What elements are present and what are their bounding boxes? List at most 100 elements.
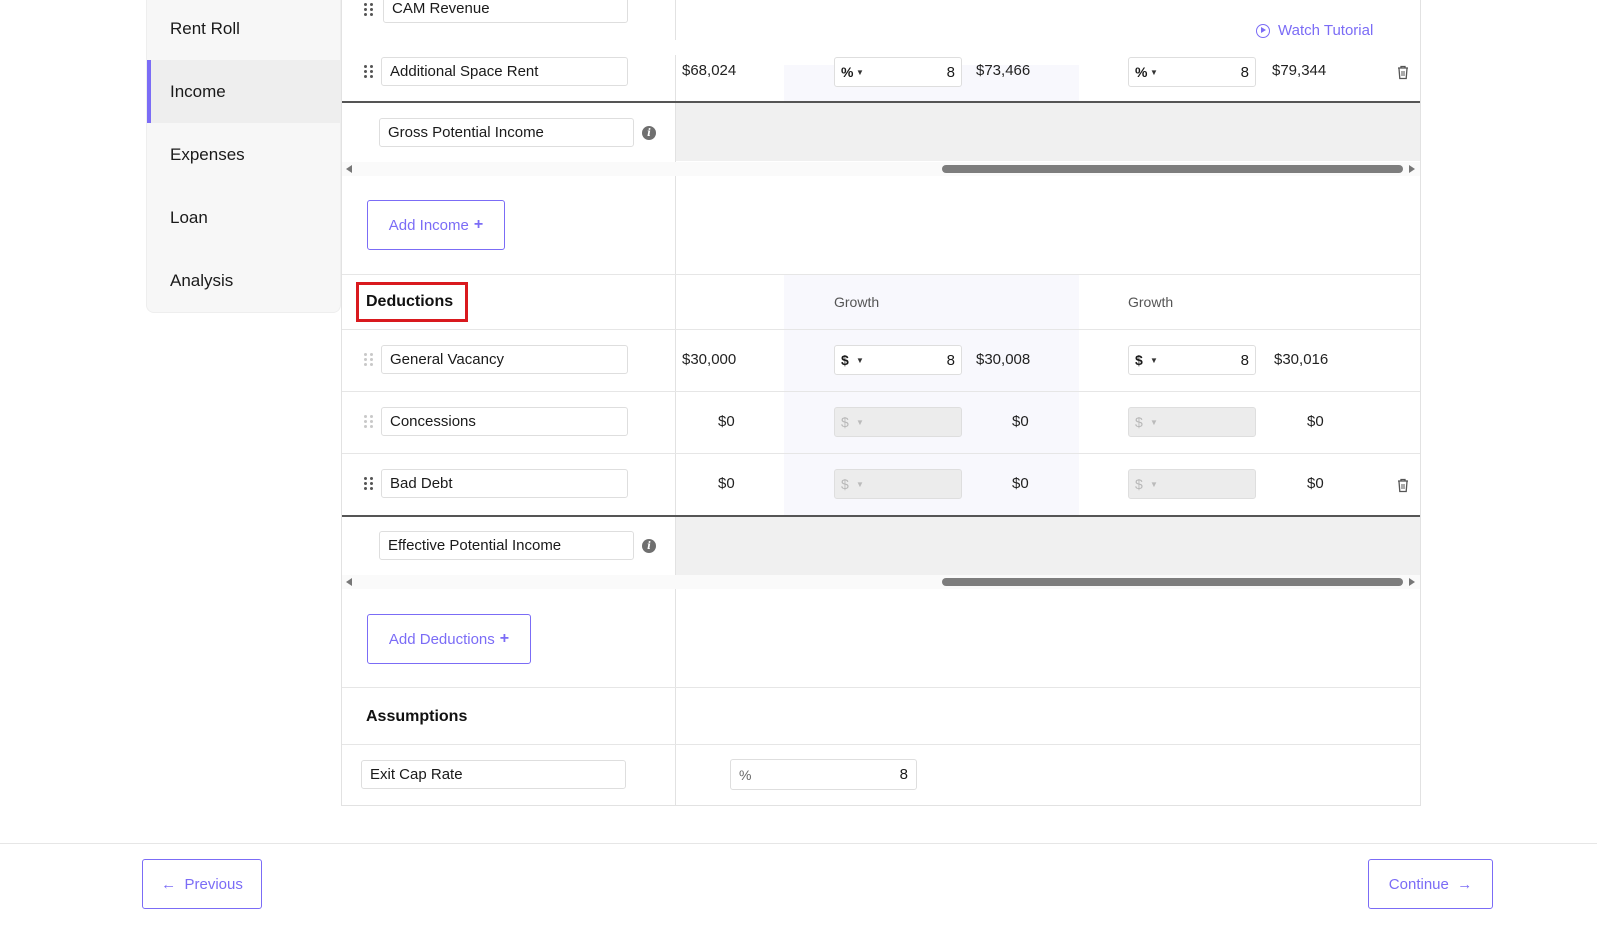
- footer-divider: [0, 843, 1597, 844]
- deduction-name-text: Concessions: [390, 413, 476, 430]
- section-divider: [342, 687, 1420, 688]
- totals-area: [676, 103, 1420, 161]
- watch-tutorial-link[interactable]: Watch Tutorial: [1256, 22, 1373, 39]
- sidebar-nav: Rent Roll Income Expenses Loan Analysis: [146, 0, 342, 313]
- growth-type-select[interactable]: % ▼ 8: [1128, 57, 1256, 87]
- effective-potential-income-label[interactable]: Effective Potential Income: [379, 531, 634, 560]
- growth-value: 8: [946, 63, 955, 81]
- deduction-name-input[interactable]: Bad Debt: [381, 469, 628, 498]
- add-deductions-button[interactable]: Add Deductions +: [367, 614, 531, 664]
- growth-unit: $: [841, 414, 849, 430]
- year3-value: $0: [1307, 413, 1324, 430]
- deduction-name-input[interactable]: Concessions: [381, 407, 628, 436]
- growth-unit: $: [1135, 352, 1143, 368]
- trash-icon[interactable]: [1397, 478, 1409, 493]
- arrow-left-icon: ←: [161, 875, 177, 893]
- sidebar-item-label: Income: [170, 81, 226, 101]
- deduction-name-input[interactable]: General Vacancy: [381, 345, 628, 374]
- growth-header: Growth: [1128, 294, 1174, 310]
- row-divider: [342, 391, 1420, 392]
- sidebar-item-label: Rent Roll: [170, 18, 240, 38]
- growth-unit: $: [841, 476, 849, 492]
- horizontal-scrollbar[interactable]: [342, 162, 1420, 176]
- column-divider: [675, 0, 676, 40]
- previous-label: Previous: [184, 875, 243, 893]
- base-value: $30,000: [682, 351, 737, 368]
- year2-value: $30,008: [976, 351, 1031, 368]
- add-income-label: Add Income: [388, 216, 469, 234]
- row-divider: [342, 329, 1420, 330]
- year3-value: $30,016: [1274, 351, 1329, 368]
- base-value: $68,024: [682, 62, 737, 79]
- continue-button[interactable]: Continue →: [1368, 859, 1493, 909]
- year3-value: $0: [1307, 475, 1324, 492]
- scrollbar-thumb[interactable]: [942, 165, 1403, 173]
- year3-value: $79,344: [1272, 62, 1327, 79]
- growth-unit: $: [1135, 476, 1143, 492]
- base-value: $0: [718, 475, 735, 492]
- horizontal-scrollbar[interactable]: [342, 575, 1420, 589]
- drag-handle-icon[interactable]: [364, 415, 374, 429]
- add-deductions-label: Add Deductions: [388, 630, 495, 648]
- drag-handle-icon[interactable]: [364, 65, 374, 79]
- base-value: $0: [718, 413, 735, 430]
- sidebar-item-analysis[interactable]: Analysis: [147, 249, 342, 312]
- scroll-right-icon[interactable]: [1409, 165, 1415, 173]
- plus-icon: +: [499, 630, 510, 647]
- previous-button[interactable]: ← Previous: [142, 859, 262, 909]
- growth-header: Growth: [834, 294, 880, 310]
- growth-type-select[interactable]: $ ▼: [1128, 407, 1256, 437]
- sidebar-item-loan[interactable]: Loan: [147, 186, 342, 249]
- growth-type-select[interactable]: % ▼ 8: [834, 57, 962, 87]
- year2-value: $0: [1012, 413, 1029, 430]
- growth-type-select[interactable]: $ ▼ 8: [1128, 345, 1256, 375]
- totals-area: [676, 517, 1420, 575]
- gross-potential-income-label[interactable]: Gross Potential Income: [379, 118, 634, 147]
- income-name-input[interactable]: Additional Space Rent: [381, 57, 628, 86]
- chevron-down-icon: ▼: [1150, 355, 1158, 365]
- scroll-left-icon[interactable]: [346, 578, 352, 586]
- growth-unit: $: [841, 352, 849, 368]
- info-icon[interactable]: i: [642, 539, 656, 553]
- scroll-right-icon[interactable]: [1409, 578, 1415, 586]
- total-label-text: Gross Potential Income: [388, 124, 544, 141]
- drag-handle-icon[interactable]: [364, 353, 374, 367]
- exit-cap-unit: %: [739, 766, 752, 783]
- drag-handle-icon[interactable]: [364, 477, 374, 491]
- sidebar-item-income[interactable]: Income: [147, 60, 342, 123]
- continue-label: Continue: [1388, 875, 1449, 893]
- chevron-down-icon: ▼: [856, 355, 864, 365]
- total-label-text: Effective Potential Income: [388, 537, 562, 554]
- sidebar-item-label: Expenses: [170, 144, 245, 164]
- growth-type-select[interactable]: $ ▼: [834, 407, 962, 437]
- tutorial-label: Watch Tutorial: [1278, 22, 1374, 39]
- growth-unit: $: [1135, 414, 1143, 430]
- growth-type-select[interactable]: $ ▼: [1128, 469, 1256, 499]
- sidebar-item-label: Analysis: [170, 270, 234, 290]
- chevron-down-icon: ▼: [856, 417, 864, 427]
- chevron-down-icon: ▼: [856, 67, 864, 77]
- scrollbar-thumb[interactable]: [942, 578, 1403, 586]
- sidebar-item-expenses[interactable]: Expenses: [147, 123, 342, 186]
- exit-cap-rate-input[interactable]: % 8: [730, 759, 917, 790]
- income-name-text: Additional Space Rent: [390, 63, 539, 80]
- play-circle-icon: [1256, 23, 1270, 38]
- growth-type-select[interactable]: $ ▼ 8: [834, 345, 962, 375]
- drag-handle-icon[interactable]: [364, 3, 374, 17]
- add-income-button[interactable]: Add Income +: [367, 200, 505, 250]
- income-name-input[interactable]: CAM Revenue: [383, 0, 628, 23]
- chevron-down-icon: ▼: [1150, 479, 1158, 489]
- exit-cap-rate-label[interactable]: Exit Cap Rate: [361, 760, 626, 789]
- row-divider: [342, 744, 1420, 745]
- trash-icon[interactable]: [1397, 65, 1409, 80]
- row-divider: [342, 453, 1420, 454]
- scroll-left-icon[interactable]: [346, 165, 352, 173]
- info-icon[interactable]: i: [642, 126, 656, 140]
- growth-type-select[interactable]: $ ▼: [834, 469, 962, 499]
- sidebar-item-rent-roll[interactable]: Rent Roll: [147, 0, 342, 60]
- growth-unit: %: [841, 64, 854, 80]
- growth-value: 8: [946, 351, 955, 369]
- growth-value: 8: [1240, 63, 1249, 81]
- growth-unit: %: [1135, 64, 1148, 80]
- plus-icon: +: [473, 216, 484, 233]
